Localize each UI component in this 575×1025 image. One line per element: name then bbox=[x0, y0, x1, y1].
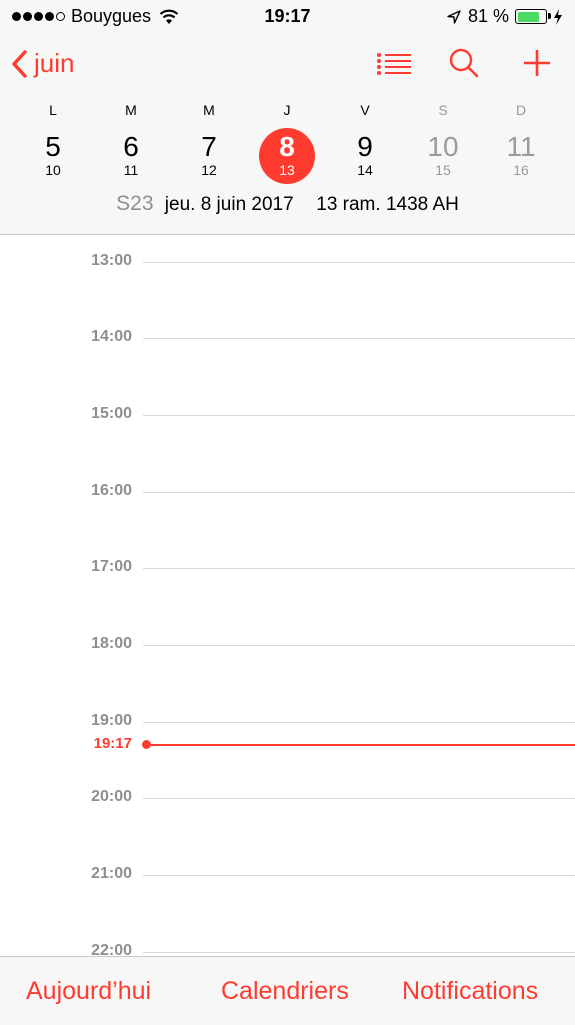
hour-line bbox=[143, 568, 575, 569]
day-letter: L bbox=[49, 102, 57, 118]
hijri-date: 13 ram. 1438 AH bbox=[316, 194, 459, 215]
day-wednesday[interactable]: M 7 12 bbox=[170, 100, 248, 188]
current-time-label: 19:17 bbox=[93, 735, 132, 752]
day-number[interactable]: 11 16 bbox=[493, 132, 549, 188]
hour-row: 15:00 bbox=[0, 405, 575, 435]
day-hijri: 12 bbox=[201, 162, 217, 178]
status-right: 81 % bbox=[446, 6, 563, 27]
day-sunday[interactable]: D 11 16 bbox=[482, 100, 560, 188]
hour-line bbox=[143, 722, 575, 723]
day-date: 5 bbox=[45, 131, 61, 162]
nav-bar: juin bbox=[0, 40, 575, 92]
day-letter: S bbox=[438, 102, 448, 118]
day-number[interactable]: 5 10 bbox=[25, 132, 81, 188]
day-number[interactable]: 9 14 bbox=[337, 132, 393, 188]
battery-fill bbox=[517, 11, 540, 22]
hour-label: 14:00 bbox=[91, 328, 132, 345]
hour-label: 15:00 bbox=[91, 405, 132, 422]
hour-row: 20:00 bbox=[0, 788, 575, 818]
day-letter: D bbox=[515, 102, 527, 118]
day-hijri: 10 bbox=[45, 162, 61, 178]
battery-percent: 81 % bbox=[467, 6, 509, 26]
back-label: juin bbox=[34, 48, 75, 78]
battery-icon bbox=[515, 9, 551, 24]
hour-line bbox=[143, 262, 575, 263]
today-button[interactable]: Aujourd’hui bbox=[26, 977, 151, 1006]
hour-label: 16:00 bbox=[91, 482, 132, 499]
notifications-button[interactable]: Notifications bbox=[402, 977, 538, 1006]
current-time-line bbox=[146, 744, 575, 746]
hour-line bbox=[143, 875, 575, 876]
day-hijri: 15 bbox=[435, 162, 451, 178]
day-saturday[interactable]: S 10 15 bbox=[404, 100, 482, 188]
back-button[interactable]: juin bbox=[10, 48, 74, 79]
hour-row: 21:00 bbox=[0, 865, 575, 895]
hour-row: 16:00 bbox=[0, 482, 575, 512]
day-letter: J bbox=[283, 102, 291, 118]
search-button[interactable] bbox=[448, 48, 480, 83]
day-date: 11 bbox=[506, 131, 536, 162]
day-number[interactable]: 6 11 bbox=[103, 132, 159, 188]
day-hijri: 14 bbox=[357, 162, 373, 178]
hour-row: 17:00 bbox=[0, 558, 575, 588]
day-date: 9 bbox=[357, 131, 373, 162]
full-date: jeu. 8 juin 2017 bbox=[164, 194, 294, 215]
hour-line bbox=[143, 645, 575, 646]
day-monday[interactable]: L 5 10 bbox=[14, 100, 92, 188]
list-icon bbox=[377, 53, 411, 75]
add-event-button[interactable] bbox=[522, 48, 552, 83]
day-letter: V bbox=[360, 102, 370, 118]
hour-label: 19:00 bbox=[91, 712, 132, 729]
hour-label: 20:00 bbox=[91, 788, 132, 805]
hour-label: 18:00 bbox=[91, 635, 132, 652]
day-date: 8 bbox=[279, 131, 295, 162]
hour-line bbox=[143, 952, 575, 953]
day-letter: M bbox=[203, 102, 215, 118]
hour-row: 13:00 bbox=[0, 252, 575, 282]
day-hijri: 16 bbox=[513, 162, 529, 178]
location-arrow-icon bbox=[447, 9, 461, 24]
day-tuesday[interactable]: M 6 11 bbox=[92, 100, 170, 188]
selected-date-line: S23 jeu. 8 juin 2017 13 ram. 1438 AH bbox=[0, 192, 575, 216]
hour-label: 21:00 bbox=[91, 865, 132, 882]
hour-line bbox=[143, 798, 575, 799]
hour-line bbox=[143, 338, 575, 339]
hour-line bbox=[143, 492, 575, 493]
hour-label: 13:00 bbox=[91, 252, 132, 269]
list-view-button[interactable] bbox=[376, 48, 412, 83]
charging-bolt-icon bbox=[554, 8, 562, 25]
day-hijri: 11 bbox=[123, 162, 139, 178]
day-letter: M bbox=[125, 102, 137, 118]
calendars-button[interactable]: Calendriers bbox=[221, 977, 349, 1006]
day-friday[interactable]: V 9 14 bbox=[326, 100, 404, 188]
bottom-toolbar: Aujourd’hui Calendriers Notifications bbox=[0, 956, 575, 1025]
day-date: 7 bbox=[201, 131, 217, 162]
week-number: S23 bbox=[116, 192, 154, 215]
hour-line bbox=[143, 415, 575, 416]
hour-label: 17:00 bbox=[91, 558, 132, 575]
day-number-today[interactable]: 8 13 bbox=[259, 128, 315, 184]
chevron-left-icon bbox=[12, 49, 27, 78]
day-thursday-selected[interactable]: J 8 13 bbox=[248, 100, 326, 184]
day-number[interactable]: 10 15 bbox=[415, 132, 471, 188]
day-hijri: 13 bbox=[279, 162, 295, 178]
hour-row: 14:00 bbox=[0, 328, 575, 358]
day-date: 6 bbox=[123, 131, 139, 162]
add-icon bbox=[524, 50, 550, 76]
status-bar: Bouygues 19:17 81 % bbox=[0, 0, 575, 34]
day-number[interactable]: 7 12 bbox=[181, 132, 237, 188]
hour-row: 18:00 bbox=[0, 635, 575, 665]
day-date: 10 bbox=[427, 131, 459, 162]
search-icon bbox=[449, 48, 479, 78]
current-time-dot bbox=[142, 740, 151, 749]
